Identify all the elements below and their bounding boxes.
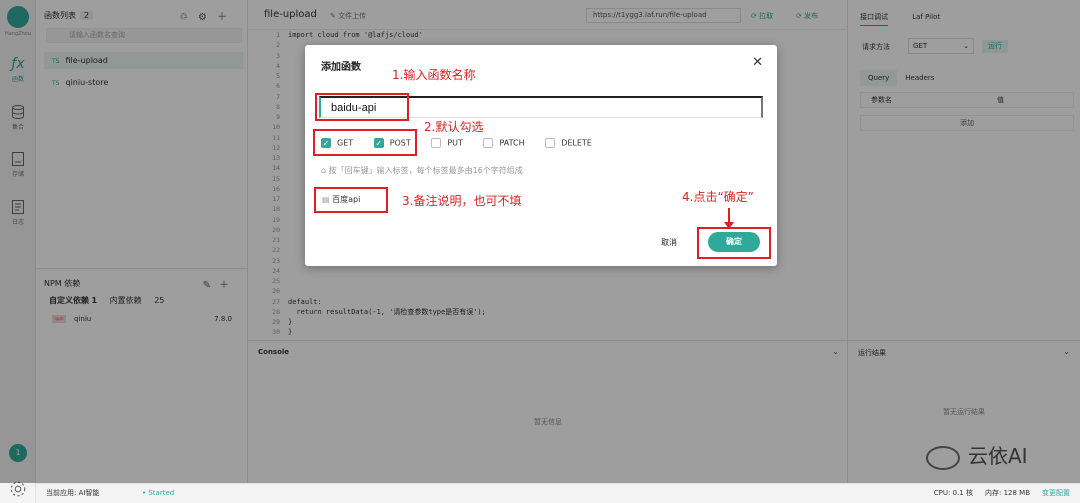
- tag-input[interactable]: ⌂ 按「回车键」输入标签，每个标签最多由16个字符组成: [321, 165, 523, 176]
- close-icon[interactable]: ✕: [752, 55, 763, 70]
- status-bar: 当前应用: AI智能 • Started CPU: 0.1 核 内存: 128 M…: [36, 483, 1080, 503]
- annotation-frame-name: [315, 93, 409, 121]
- annotation-step-4: 4.点击“确定”: [682, 190, 754, 204]
- checkbox-delete[interactable]: DELETE: [545, 138, 592, 148]
- annotation-step-1: 1.输入函数名称: [392, 68, 476, 82]
- current-app-label: 当前应用: AI智能: [46, 489, 100, 497]
- annotation-step-2: 2.默认勾选: [424, 120, 484, 134]
- annotation-frame-methods: [313, 129, 417, 156]
- annotation-step-3: 3.备注说明，也可不填: [402, 194, 522, 208]
- resource-info: CPU: 0.1 核 内存: 128 MB 变更配置: [922, 484, 1070, 503]
- checkbox-put[interactable]: PUT: [431, 138, 463, 148]
- watermark: 云依AI: [926, 440, 1028, 470]
- app-status: • Started: [142, 489, 175, 497]
- checkbox-patch[interactable]: PATCH: [483, 138, 525, 148]
- annotation-arrow: [724, 208, 734, 229]
- memory-info: 内存: 128 MB: [984, 489, 1030, 497]
- confirm-button[interactable]: 确定: [708, 232, 760, 252]
- change-config-link[interactable]: 变更配置: [1042, 489, 1070, 497]
- wechat-icon: [926, 445, 960, 470]
- modal-title: 添加函数: [321, 62, 361, 73]
- cancel-button[interactable]: 取消: [661, 237, 677, 248]
- add-function-modal: 添加函数 ✕ ✓GET ✓POST PUT PATCH DELETE ⌂ 按「回…: [305, 45, 777, 266]
- note-icon: ▤: [322, 195, 330, 204]
- cpu-info: CPU: 0.1 核: [933, 489, 973, 497]
- tag-icon: ⌂: [321, 166, 327, 175]
- description-input[interactable]: ▤ 百度api: [314, 187, 388, 213]
